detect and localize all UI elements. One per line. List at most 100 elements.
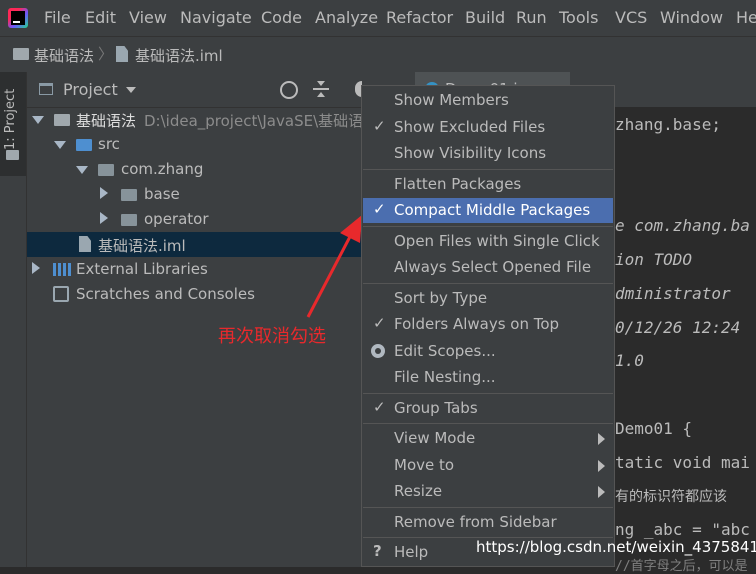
menu-item-label: Help: [394, 543, 429, 561]
menu-item-show-members[interactable]: Show Members: [363, 88, 613, 113]
src-expand-chevron-down-icon[interactable]: [54, 141, 66, 149]
menu-item-label: Show Members: [394, 91, 509, 109]
project-view-title[interactable]: Project: [63, 80, 118, 99]
menu-item-label: Flatten Packages: [394, 174, 522, 193]
code-line-8: tatic void mai: [615, 453, 750, 472]
menu-item-label: Show Excluded Files: [394, 117, 546, 136]
project-tab-folder-icon: [6, 150, 19, 160]
menu-edit[interactable]: Edit: [85, 8, 116, 27]
menu-item-file-nesting[interactable]: File Nesting...: [363, 365, 613, 390]
breadcrumb-separator-icon: 〉: [98, 45, 114, 63]
tree-root-name[interactable]: 基础语法: [76, 110, 136, 131]
menu-build[interactable]: Build: [465, 8, 505, 27]
collapse-all-icon[interactable]: [313, 88, 329, 90]
menu-analyze[interactable]: Analyze: [315, 8, 378, 27]
annotation-arrow: [306, 215, 362, 318]
menu-item-label: Group Tabs: [394, 398, 478, 417]
menu-item-open-files-with-single-click[interactable]: Open Files with Single Click: [363, 229, 613, 254]
package-expand-chevron-down-icon[interactable]: [76, 166, 88, 174]
code-line-1: zhang.base;: [615, 115, 721, 134]
menu-view[interactable]: View: [129, 8, 167, 27]
base-package-folder-icon: [121, 189, 137, 201]
menu-separator: [363, 506, 613, 508]
menu-vcs[interactable]: VCS: [615, 8, 647, 27]
menu-item-label: Sort by Type: [394, 288, 488, 307]
base-expand-chevron-right-icon[interactable]: [100, 187, 108, 199]
menu-item-always-select-opened-file[interactable]: Always Select Opened File: [363, 255, 613, 280]
code-line-2: e com.zhang.ba: [615, 216, 750, 235]
menu-item-label: Compact Middle Packages: [394, 201, 591, 219]
tree-item-base[interactable]: base: [144, 185, 180, 203]
watermark-text: https://blog.csdn.net/weixin_43758411: [476, 538, 756, 556]
menu-tools[interactable]: Tools: [559, 8, 598, 27]
tree-item-src[interactable]: src: [98, 135, 120, 153]
menu-help[interactable]: He: [736, 8, 756, 27]
tree-item-operator[interactable]: operator: [144, 210, 209, 228]
menu-item-sort-by-type[interactable]: Sort by Type: [363, 286, 613, 311]
menu-item-view-mode[interactable]: View Mode: [363, 426, 613, 451]
tree-item-scratches[interactable]: Scratches and Consoles: [76, 285, 255, 303]
menu-file[interactable]: File: [44, 8, 71, 27]
menu-item-compact-middle-packages[interactable]: ✓ Compact Middle Packages: [363, 198, 613, 223]
collapse-arrow-bottom: [317, 92, 325, 97]
menu-item-label: View Mode: [394, 429, 476, 447]
menu-item-label: File Nesting...: [394, 368, 496, 386]
menu-item-label: Move to: [394, 455, 455, 474]
menu-item-label: Resize: [394, 482, 443, 500]
tree-item-iml[interactable]: 基础语法.iml: [98, 235, 186, 256]
menu-item-move-to[interactable]: Move to: [363, 453, 613, 478]
code-line-9: 有的标识符都应该: [615, 489, 727, 505]
menu-item-label: Edit Scopes...: [394, 341, 496, 360]
menu-window[interactable]: Window: [660, 8, 723, 27]
menu-item-label: Folders Always on Top: [394, 315, 560, 333]
menu-item-label: Show Visibility Icons: [394, 144, 547, 162]
menu-item-show-visibility-icons[interactable]: Show Visibility Icons: [363, 141, 613, 166]
menu-navigate[interactable]: Navigate: [180, 8, 252, 27]
annotation-text: 再次取消勾选: [218, 326, 326, 347]
breadcrumb-file[interactable]: 基础语法.iml: [135, 45, 223, 66]
root-module-folder-icon: [54, 114, 70, 126]
submenu-chevron-right-icon: [598, 486, 605, 498]
submenu-chevron-right-icon: [598, 459, 605, 472]
libraries-expand-chevron-right-icon[interactable]: [32, 262, 40, 274]
code-bottom-comment: //首字母之后，可以是: [615, 559, 748, 574]
menu-item-label: Remove from Sidebar: [394, 512, 557, 531]
menu-item-group-tabs[interactable]: ✓ Group Tabs: [363, 396, 613, 421]
project-folder-icon: [13, 48, 29, 60]
root-expand-chevron-down-icon[interactable]: [32, 116, 44, 124]
tree-item-external-libraries[interactable]: External Libraries: [76, 260, 208, 278]
project-panel-header: Project: [27, 72, 362, 108]
code-line-10: ng _abc = "abc: [615, 520, 750, 539]
checkmark-icon: ✓: [373, 397, 386, 416]
scratches-icon: [53, 286, 69, 302]
menu-item-remove-from-sidebar[interactable]: Remove from Sidebar: [363, 510, 613, 535]
menu-item-edit-scopes[interactable]: Edit Scopes...: [363, 339, 613, 364]
menu-separator: [363, 168, 613, 170]
src-folder-icon: [76, 139, 92, 151]
locate-target-icon[interactable]: [280, 81, 298, 99]
menu-item-resize[interactable]: Resize: [363, 479, 613, 504]
menu-item-label: Always Select Opened File: [394, 258, 592, 276]
menu-code[interactable]: Code: [261, 8, 302, 27]
menu-run[interactable]: Run: [516, 8, 547, 27]
code-line-4: dministrator: [615, 284, 731, 303]
menu-separator: [363, 423, 613, 424]
breadcrumb-project[interactable]: 基础语法: [34, 45, 94, 66]
operator-expand-chevron-right-icon[interactable]: [100, 212, 108, 224]
tree-item-com-zhang[interactable]: com.zhang: [121, 160, 203, 178]
code-line-3: ion TODO: [615, 250, 693, 269]
navigation-bar: 基础语法 〉 基础语法.iml: [0, 36, 756, 73]
menu-separator: [363, 225, 613, 227]
checkmark-icon: ✓: [373, 116, 386, 135]
menu-item-folders-always-on-top[interactable]: ✓ Folders Always on Top: [363, 312, 613, 337]
menu-item-flatten-packages[interactable]: Flatten Packages: [363, 172, 613, 197]
checkmark-icon: ✓: [373, 314, 386, 332]
project-view-icon: [39, 83, 53, 95]
view-selector-chevron-down-icon[interactable]: [126, 87, 136, 93]
checkmark-icon: ✓: [373, 200, 386, 218]
radio-selected-icon: [371, 343, 385, 358]
menu-item-show-excluded-files[interactable]: ✓ Show Excluded Files: [363, 115, 613, 140]
submenu-chevron-right-icon: [598, 433, 605, 445]
menu-refactor[interactable]: Refactor: [386, 8, 453, 27]
project-options-menu: Show Members ✓ Show Excluded Files Show Vis…: [361, 85, 615, 567]
